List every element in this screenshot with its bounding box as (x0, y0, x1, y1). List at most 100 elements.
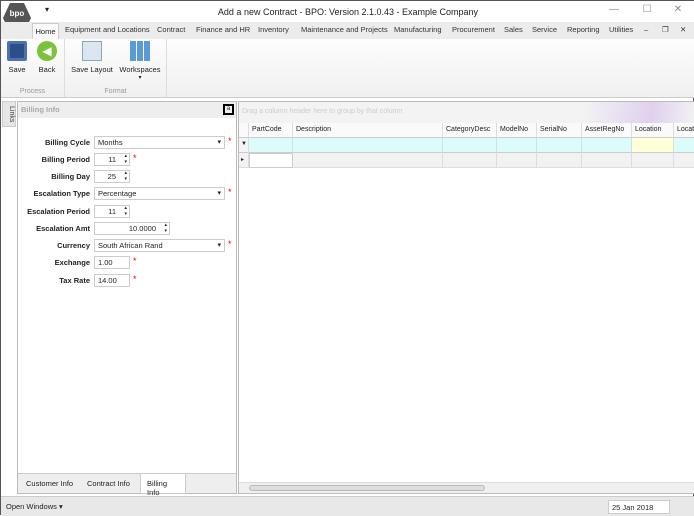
tab-equipment-and-locations[interactable]: Equipment and Locations (65, 25, 150, 34)
tab-contract-info[interactable]: Contract Info (87, 479, 130, 488)
filter-cell-location[interactable] (632, 138, 674, 153)
new-row-cell-modelno[interactable] (497, 153, 537, 168)
new-row-cell-categorydesc[interactable] (443, 153, 497, 168)
save-layout-label: Save Layout (71, 65, 113, 74)
workspaces-grid-icon (130, 41, 150, 61)
column-header-partcode[interactable]: PartCode (249, 123, 293, 138)
minimize-button[interactable]: — (604, 4, 624, 18)
tab-customer-info[interactable]: Customer Info (26, 479, 73, 488)
billing-cycle-label: Billing Cycle (44, 138, 90, 147)
currency-label: Currency (57, 241, 90, 250)
new-row-cell-description[interactable] (293, 153, 443, 168)
format-group-label: Format (104, 88, 127, 95)
workspaces-button[interactable]: Workspaces ▾ (117, 41, 163, 81)
filter-cell-categorydesc[interactable] (443, 138, 497, 153)
tab-inventory[interactable]: Inventory (258, 25, 289, 34)
row-pointer-icon: ▸ (239, 153, 249, 168)
required-indicator: * (228, 136, 232, 146)
required-indicator: * (228, 187, 232, 197)
workspaces-label: Workspaces (119, 65, 161, 74)
group-by-panel[interactable]: Drag a column header here to group by th… (239, 102, 694, 123)
column-header-description[interactable]: Description (293, 123, 443, 138)
tab-billing-info[interactable]: Billing Info (140, 474, 186, 497)
column-header-serialno[interactable]: SerialNo (537, 123, 582, 138)
currency-dropdown[interactable]: South African Rand (94, 239, 225, 252)
process-group: Save ◀ Back Process (1, 39, 65, 97)
tax-rate-label: Tax Rate (59, 276, 90, 285)
filter-cell-modelno[interactable] (497, 138, 537, 153)
tab-sales[interactable]: Sales (504, 25, 523, 34)
links-side-tab[interactable]: Links (2, 101, 16, 127)
ribbon: Save ◀ Back Process Save Layout Workspac… (1, 39, 694, 98)
filter-cell-description[interactable] (293, 138, 443, 153)
required-indicator: * (133, 153, 137, 163)
filter-cell-serialno[interactable] (537, 138, 582, 153)
filter-cell-assetregno[interactable] (582, 138, 632, 153)
billing-period-input[interactable]: 11 (94, 153, 130, 166)
billing-cycle-dropdown[interactable]: Months (94, 136, 225, 149)
window-title: Add a new Contract - BPO: Version 2.1.0.… (217, 7, 479, 17)
ribbon-tabs: Home Equipment and Locations Contract Fi… (1, 22, 694, 39)
row-indicator-header (239, 123, 249, 138)
new-row-cell-location[interactable] (632, 153, 674, 168)
tab-manufacturing[interactable]: Manufacturing (394, 25, 442, 34)
floppy-disk-icon (7, 41, 27, 61)
new-row-cell-serialno[interactable] (537, 153, 582, 168)
tab-maintenance-and-projects[interactable]: Maintenance and Projects (301, 25, 388, 34)
new-row-cell-locat[interactable] (674, 153, 694, 168)
filter-cell-locat[interactable] (674, 138, 694, 153)
escalation-type-dropdown[interactable]: Percentage (94, 187, 225, 200)
exchange-input[interactable]: 1.00 (94, 256, 130, 269)
escalation-period-label: Escalation Period (27, 207, 90, 216)
filter-icon[interactable]: ▼ (239, 138, 249, 153)
new-row-cell-partcode[interactable] (249, 153, 293, 168)
escalation-amt-label: Escalation Amt (36, 224, 90, 233)
column-header-assetregno[interactable]: AssetRegNo (582, 123, 632, 138)
format-group: Save Layout Workspaces ▾ Format (65, 39, 167, 97)
status-bar: Open Windows ▾ 25 Jan 2018 (1, 496, 694, 516)
tab-finance-and-hr[interactable]: Finance and HR (196, 25, 250, 34)
tax-rate-input[interactable]: 14.00 (94, 274, 130, 287)
save-label: Save (8, 65, 26, 74)
new-row-cell-assetregno[interactable] (582, 153, 632, 168)
escalation-period-input[interactable]: 11 (94, 205, 130, 218)
filter-cell-partcode[interactable] (249, 138, 293, 153)
save-layout-button[interactable]: Save Layout (69, 41, 115, 74)
pin-button[interactable]: a (223, 104, 234, 115)
open-windows-button[interactable]: Open Windows ▾ (6, 502, 63, 511)
escalation-amt-input[interactable]: 10.0000 (94, 222, 170, 235)
scrollbar-thumb[interactable] (249, 485, 485, 491)
title-bar: bpo ▾ Add a new Contract - BPO: Version … (1, 1, 694, 33)
required-indicator: * (133, 256, 137, 266)
tab-procurement[interactable]: Procurement (452, 25, 495, 34)
tab-reporting[interactable]: Reporting (567, 25, 600, 34)
billing-day-label: Billing Day (51, 172, 90, 181)
back-label: Back (38, 65, 56, 74)
required-indicator: * (228, 239, 232, 249)
exchange-label: Exchange (54, 258, 90, 267)
back-button[interactable]: ◀ Back (35, 41, 59, 74)
column-header-locat[interactable]: Locat (674, 123, 694, 138)
column-header-categorydesc[interactable]: CategoryDesc (443, 123, 497, 138)
back-arrow-icon: ◀ (37, 41, 57, 61)
panel-bottom-tabs: Customer Info Contract Info Billing Info (18, 473, 236, 497)
maximize-button[interactable]: ☐ (637, 4, 657, 18)
save-layout-icon (82, 41, 102, 61)
mdi-restore-button[interactable]: ❐ (662, 25, 669, 34)
billing-info-panel: Billing Info a Billing CycleMonths*Billi… (17, 101, 237, 497)
save-button[interactable]: Save (6, 41, 28, 74)
column-header-modelno[interactable]: ModelNo (497, 123, 537, 138)
tab-contract[interactable]: Contract (157, 25, 185, 34)
billing-period-label: Billing Period (41, 155, 90, 164)
close-button[interactable]: ✕ (668, 4, 688, 18)
tab-utilities[interactable]: Utilities (609, 25, 633, 34)
mdi-minimize-button[interactable]: – (644, 25, 648, 34)
horizontal-scrollbar[interactable] (239, 482, 694, 493)
mdi-close-button[interactable]: ✕ (680, 25, 686, 34)
date-field[interactable]: 25 Jan 2018 (608, 500, 670, 514)
tab-service[interactable]: Service (532, 25, 557, 34)
column-header-location[interactable]: Location (632, 123, 674, 138)
tab-home[interactable]: Home (32, 23, 59, 39)
escalation-type-label: Escalation Type (33, 189, 90, 198)
billing-day-input[interactable]: 25 (94, 170, 130, 183)
